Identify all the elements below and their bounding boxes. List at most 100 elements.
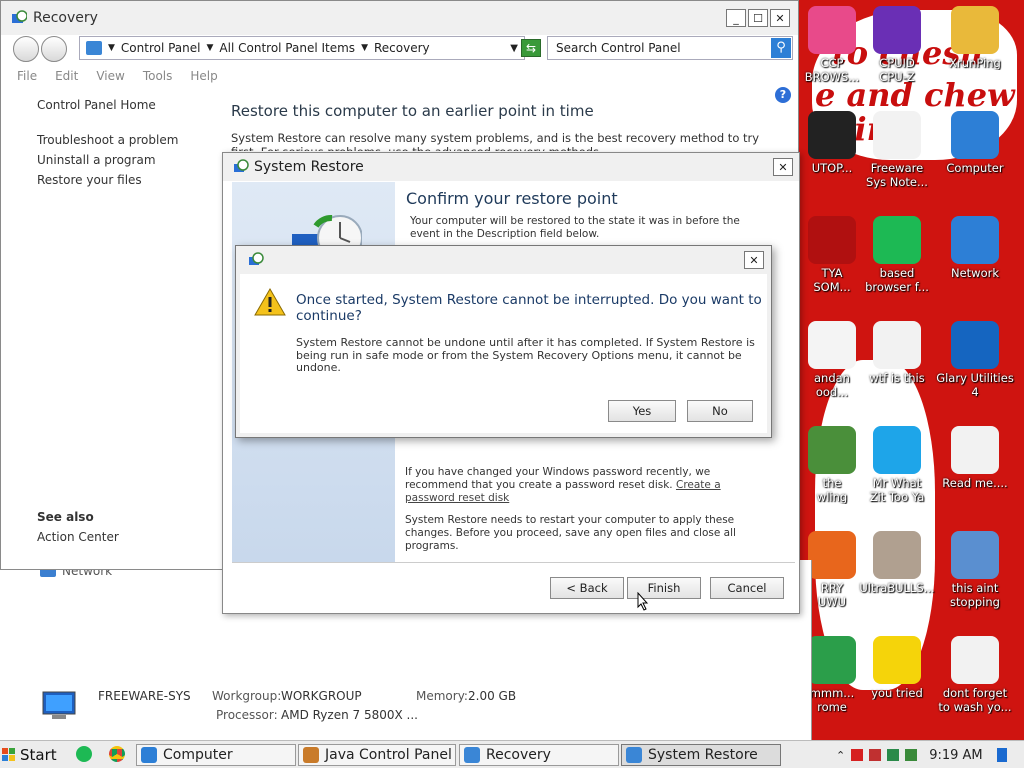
uninstall-link[interactable]: Uninstall a program	[37, 153, 156, 167]
wizard-intro: Your computer will be restored to the st…	[410, 215, 740, 240]
flag-icon[interactable]	[851, 749, 864, 761]
spotify-quicklaunch-icon[interactable]	[76, 746, 92, 762]
chevron-right-icon: ▼	[206, 43, 214, 53]
desktop-icon[interactable]: Glary Utilities 4	[935, 317, 1015, 417]
cancel-button[interactable]: Cancel	[710, 577, 784, 599]
address-bar[interactable]: ▼ Control Panel ▼ All Control Panel Item…	[79, 36, 525, 60]
breadcrumb-item[interactable]: All Control Panel Items	[219, 41, 355, 55]
search-input[interactable]: Search Control Panel	[547, 36, 793, 60]
cpuz-icon	[873, 6, 921, 54]
taskbar-button-system-restore[interactable]: System Restore	[621, 744, 781, 766]
chrome-quicklaunch-icon[interactable]	[109, 746, 125, 762]
menu-file[interactable]: File	[17, 69, 37, 83]
back-nav-button[interactable]	[13, 36, 39, 62]
taskbar-label: Computer	[163, 747, 233, 763]
desktop-icon-label: dont forget to wash yo...	[938, 686, 1012, 714]
wizard-heading: Confirm your restore point	[406, 189, 618, 208]
chevron-down-icon[interactable]: ▼	[510, 43, 518, 54]
windows-logo-icon	[2, 748, 16, 762]
main-instruction: Once started, System Restore cannot be i…	[296, 292, 762, 324]
breadcrumb-item[interactable]: Recovery	[374, 41, 430, 55]
page-heading: Restore this computer to an earlier poin…	[231, 102, 594, 120]
see-also-heading: See also	[37, 510, 94, 524]
system-restore-close-button[interactable]: ✕	[773, 158, 793, 176]
desktop-icon[interactable]: this aint stopping dic...	[935, 527, 1015, 627]
clock[interactable]: 9:19 AM	[929, 748, 982, 763]
minimize-button[interactable]: _	[726, 9, 746, 27]
back-button[interactable]: < Back	[550, 577, 624, 599]
desktop-icon-label: Computer	[946, 161, 1004, 175]
volume-icon[interactable]	[905, 749, 918, 761]
desktop-icon[interactable]: based browser f...	[857, 212, 937, 312]
desktop-icon-label: Mr What Zit Too Ya	[869, 476, 925, 504]
forward-nav-button[interactable]	[41, 36, 67, 62]
dialog-close-button[interactable]: ✕	[744, 251, 764, 269]
recovery-titlebar[interactable]: Recovery _ ☐ ✕	[1, 1, 798, 35]
action-center-link[interactable]: Action Center	[37, 530, 119, 544]
yes-button[interactable]: Yes	[608, 400, 676, 422]
desktop-icon[interactable]: Network	[935, 212, 1015, 312]
maximize-button[interactable]: ☐	[748, 9, 768, 27]
system-tray: ⌃ 9:19 AM	[832, 743, 1022, 767]
taskbar-label: System Restore	[648, 747, 758, 763]
taskbar-button-recovery[interactable]: Recovery	[459, 744, 619, 766]
firefox-icon	[808, 531, 856, 579]
taskbar-button-computer[interactable]: Computer	[136, 744, 296, 766]
restart-note: System Restore needs to restart your com…	[405, 514, 736, 552]
chevron-up-icon[interactable]: ⌃	[836, 749, 845, 762]
desktop-icon-label: XrunPing	[949, 56, 1001, 70]
warning-icon	[254, 287, 286, 316]
desktop-icon[interactable]: XrunPing	[935, 2, 1015, 102]
menu-help[interactable]: Help	[190, 69, 217, 83]
computer-icon	[141, 747, 157, 763]
security-icon[interactable]	[869, 749, 882, 761]
confirm-dialog-titlebar[interactable]: ✕	[236, 246, 771, 274]
network-tray-icon[interactable]	[887, 749, 900, 761]
breadcrumb-item[interactable]: Control Panel	[121, 41, 201, 55]
taskbar-label: Recovery	[486, 747, 551, 763]
menu-tools[interactable]: Tools	[143, 69, 173, 83]
taskbar-button-java-control-panel[interactable]: Java Control Panel	[298, 744, 456, 766]
folder-user-icon	[951, 6, 999, 54]
start-button[interactable]: Start	[2, 743, 60, 767]
window-title: Recovery	[33, 10, 98, 26]
processor-value: AMD Ryzen 7 5800X ...	[281, 708, 418, 722]
close-button[interactable]: ✕	[770, 9, 790, 27]
system-restore-titlebar[interactable]: System Restore ✕	[223, 153, 799, 181]
desktop-icon[interactable]: Read me....	[935, 422, 1015, 522]
java-icon	[303, 747, 319, 763]
desktop-icon[interactable]: UltraBULLS...	[857, 527, 937, 627]
refresh-button[interactable]: ⇆	[521, 39, 541, 57]
calendar-file-icon	[873, 321, 921, 369]
desktop-icon[interactable]: wtf is this	[857, 317, 937, 417]
recovery-app-icon	[11, 10, 28, 26]
show-desktop-icon[interactable]	[996, 748, 1007, 762]
system-restore-icon	[233, 159, 249, 175]
desktop-icon[interactable]: you tried	[857, 632, 937, 732]
dialog-content-text: System Restore cannot be undone until af…	[296, 336, 755, 374]
control-panel-home-link[interactable]: Control Panel Home	[37, 98, 156, 112]
help-icon[interactable]: ?	[775, 87, 791, 103]
desktop-icon[interactable]: dont forget to wash yo...	[935, 632, 1015, 732]
desktop-icon-label: Glary Utilities 4	[936, 371, 1014, 399]
menu-view[interactable]: View	[96, 69, 124, 83]
skype-icon	[873, 426, 921, 474]
system-restore-icon	[248, 252, 264, 268]
computer-name: FREEWARE-SYS	[98, 689, 191, 703]
desktop-icon-label: this aint stopping dic...	[950, 581, 1000, 611]
skull-icon	[808, 216, 856, 264]
menu-edit[interactable]: Edit	[55, 69, 78, 83]
desktop-icon[interactable]: CPUID CPU-Z	[857, 2, 937, 102]
utop-icon	[808, 111, 856, 159]
no-button[interactable]: No	[687, 400, 753, 422]
green-chat-icon	[873, 216, 921, 264]
search-placeholder: Search Control Panel	[556, 41, 681, 55]
chevron-right-icon: ▼	[108, 43, 115, 53]
desktop-icon[interactable]: Computer	[935, 107, 1015, 207]
text-file-icon	[873, 111, 921, 159]
desktop-icon[interactable]: Freeware Sys Note...	[857, 107, 937, 207]
troubleshoot-link[interactable]: Troubleshoot a problem	[37, 133, 178, 147]
desktop-icon[interactable]: Mr What Zit Too Ya	[857, 422, 937, 522]
restore-files-link[interactable]: Restore your files	[37, 173, 142, 187]
search-icon[interactable]: ⚲	[771, 38, 791, 58]
